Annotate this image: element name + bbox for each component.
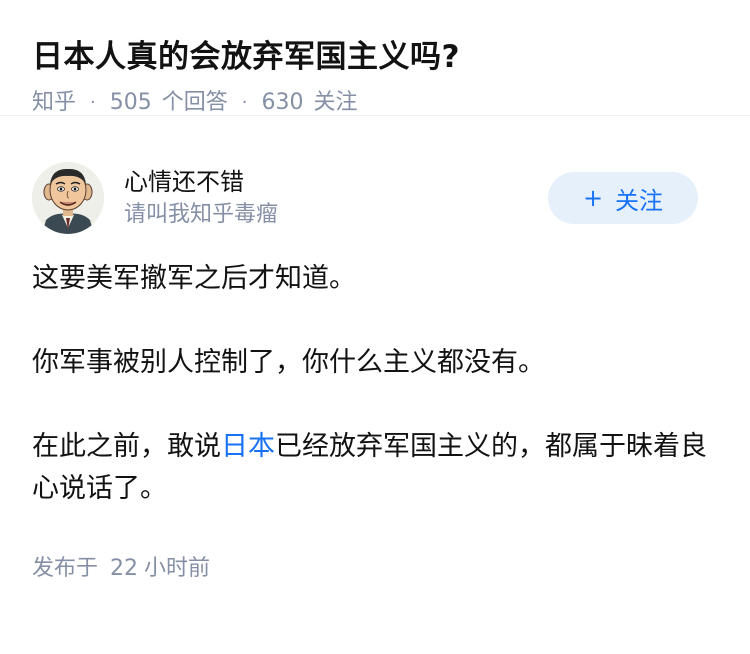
publish-prefix: 发布于: [32, 556, 99, 581]
author-avatar[interactable]: [32, 162, 104, 234]
publish-time: 发布于 22 小时前: [32, 554, 718, 584]
follower-count-label: 关注: [313, 90, 358, 115]
answer-count-label[interactable]: 个回答: [162, 88, 228, 118]
answer-paragraph: 这要美军撤军之后才知道。: [32, 263, 356, 294]
question-header: 日本人真的会放弃军国主义吗? 知乎 · 505 个回答 · 630 关注: [0, 0, 750, 116]
source-label: 知乎: [32, 90, 77, 115]
avatar-caricature-icon: [32, 162, 104, 234]
follower-count: 630: [261, 90, 304, 115]
question-title[interactable]: 日本人真的会放弃军国主义吗?: [32, 34, 718, 80]
meta-separator: ·: [90, 92, 96, 113]
author-row: 心情还不错 请叫我知乎毒瘤 + 关注: [32, 148, 718, 248]
follow-button[interactable]: + 关注: [548, 172, 698, 224]
answer-count: 505: [109, 90, 152, 115]
follow-button-label: 关注: [615, 186, 664, 215]
topic-link-japan[interactable]: 日本: [221, 431, 275, 462]
author-info: 心情还不错 请叫我知乎毒瘤: [124, 165, 278, 231]
answer-paragraph: 你军事被别人控制了，你什么主义都没有。: [32, 347, 545, 378]
publish-suffix: 小时前: [144, 556, 211, 581]
author-bio: 请叫我知乎毒瘤: [124, 202, 279, 227]
author-name[interactable]: 心情还不错: [124, 165, 278, 199]
answer-content: 这要美军撤军之后才知道。 你军事被别人控制了，你什么主义都没有。 在此之前，敢说…: [32, 258, 718, 510]
answer-card: 心情还不错 请叫我知乎毒瘤 + 关注 这要美军撤军之后才知道。 你军事被别人控制…: [0, 148, 750, 584]
question-meta: 知乎 · 505 个回答 · 630 关注: [32, 88, 718, 118]
plus-icon: +: [582, 184, 604, 212]
meta-separator: ·: [241, 92, 248, 113]
paragraph-text: 在此之前，敢说: [32, 431, 221, 462]
answer-paragraph: 在此之前，敢说日本已经放弃军国主义的，都属于昧着良心说话了。: [32, 426, 718, 510]
publish-number: 22: [110, 556, 139, 581]
